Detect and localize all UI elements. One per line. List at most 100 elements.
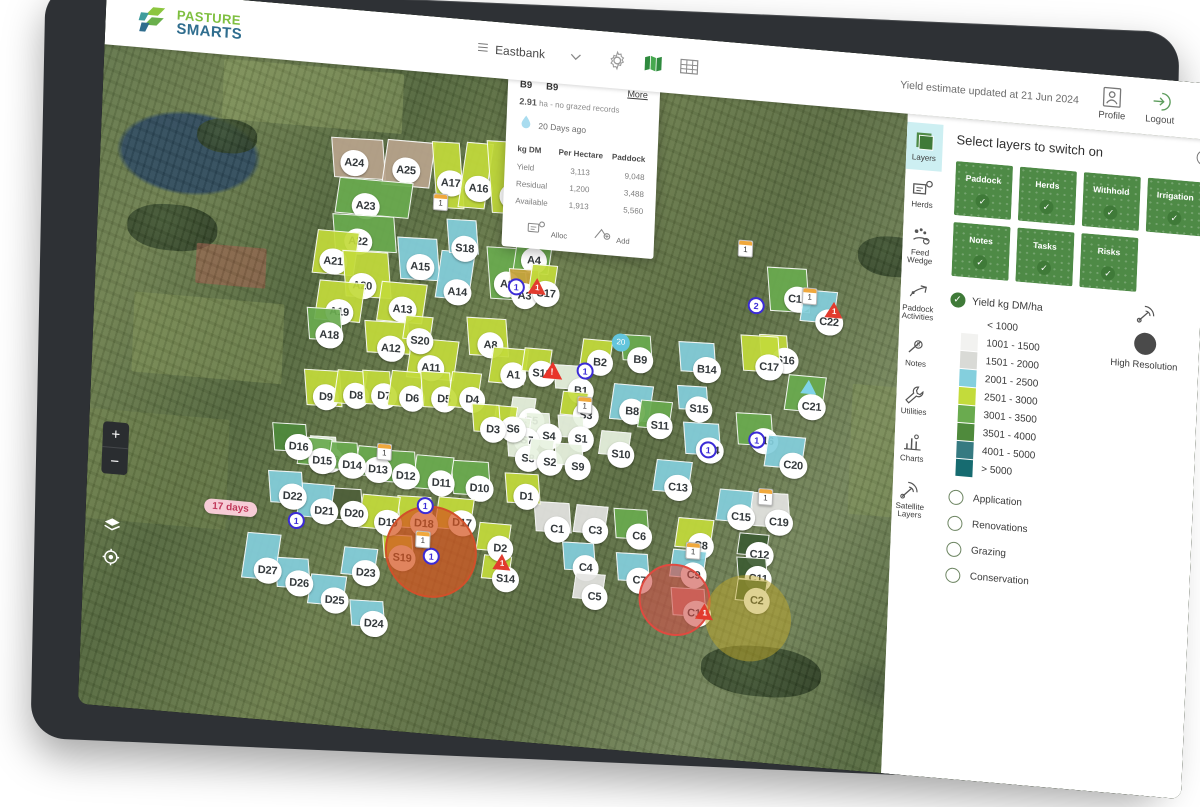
herds-icon (911, 177, 934, 201)
table-icon[interactable] (679, 55, 701, 78)
task-chip-s3[interactable]: 1 (576, 395, 593, 415)
activity-radio-group[interactable]: Application Renovations Grazing Conservatio… (939, 489, 1195, 604)
layer-tile-notes[interactable]: Notes ✓ (950, 221, 1011, 281)
zoom-in-button[interactable]: + (102, 421, 130, 450)
app-logo[interactable]: PASTURE SMARTS (135, 2, 243, 45)
paddock-label-s9[interactable]: S9 (564, 453, 592, 482)
legend-swatch (960, 332, 978, 352)
layer-tile-label: Risks (1097, 245, 1121, 258)
task-chip-c8[interactable]: 1 (685, 541, 701, 560)
radio-circle-icon[interactable] (946, 515, 963, 532)
layer-tile-irrigation[interactable]: Irrigation ✓ (1145, 177, 1200, 237)
days-ago-label: 20 Days ago (538, 120, 587, 135)
layer-tile-withhold[interactable]: Withhold ✓ (1081, 172, 1141, 231)
risk-marker-c22[interactable]: 1 (824, 301, 844, 319)
paddock-label-s15[interactable]: S15 (684, 395, 713, 424)
legend-swatch (955, 440, 974, 460)
sidebar-item-feed-wedge[interactable]: Feed Wedge (901, 216, 939, 275)
check-icon: ✓ (1167, 210, 1182, 226)
task-chip-s19[interactable]: 1 (415, 530, 431, 549)
add-button[interactable]: Add (592, 225, 631, 249)
info-card-actions[interactable]: Alloc Add (514, 218, 643, 250)
task-chip-c22[interactable]: 1 (801, 287, 818, 306)
layer-tile-tasks[interactable]: Tasks ✓ (1014, 227, 1075, 287)
logo-mark-icon (135, 2, 170, 39)
paddock-label-s10[interactable]: S10 (606, 440, 635, 470)
legend-label: < 1000 (986, 320, 1019, 334)
water-drop-icon (520, 114, 532, 134)
satellite-layers-icon (899, 478, 922, 502)
sidebar-item-label: Charts (899, 453, 924, 465)
paddock-area-note: ha - no grazed records (538, 98, 620, 115)
layer-tile-paddock[interactable]: Paddock ✓ (953, 160, 1013, 220)
tree-marker-c21 (800, 379, 817, 395)
sidebar-item-notes[interactable]: B Notes (897, 328, 934, 378)
radio-label: Grazing (970, 545, 1007, 560)
feed-wedge-icon (909, 224, 932, 248)
legend-label: 2501 - 3000 (983, 392, 1038, 408)
sidebar-item-label: Paddock Activities (901, 302, 934, 323)
notes-icon: B (905, 335, 928, 359)
risk-marker-a3[interactable]: 1 (527, 277, 547, 295)
radio-circle-icon[interactable] (944, 567, 961, 584)
radio-circle-icon[interactable] (947, 489, 964, 506)
risk-marker-s14[interactable]: 1 (492, 553, 512, 571)
zoom-controls[interactable]: + − (101, 421, 130, 476)
chevron-down-icon[interactable] (570, 47, 582, 66)
add-label: Add (616, 235, 630, 247)
legend-swatch (956, 422, 975, 442)
legend-label: 1001 - 1500 (986, 338, 1040, 354)
sidebar-item-label: Notes (904, 358, 927, 370)
farm-selector[interactable]: Eastbank (477, 39, 582, 66)
legend-swatch (959, 350, 977, 370)
task-chip-c19[interactable]: 1 (757, 487, 774, 507)
sidebar-item-satellite-layers[interactable]: Satellite Layers (891, 470, 929, 529)
legend-swatch (957, 404, 975, 424)
legend-label: 2001 - 2500 (984, 374, 1039, 390)
radio-circle-icon[interactable] (945, 541, 962, 558)
check-icon: ✓ (972, 254, 988, 270)
map-icon[interactable] (643, 52, 665, 75)
logout-button[interactable]: Logout (1145, 89, 1175, 126)
basemap-stack-icon[interactable] (99, 511, 126, 539)
paddock-label-b14[interactable]: B14 (692, 355, 722, 385)
allocate-button[interactable]: Alloc (526, 219, 568, 244)
gear-icon[interactable] (607, 49, 629, 72)
charts-icon (901, 430, 924, 454)
task-chip-a9[interactable]: 1 (737, 239, 754, 258)
panel-body: Select layers to switch on Paddock ✓ Herds… (917, 117, 1200, 799)
layer-tiles[interactable]: Paddock ✓ Herds ✓ Withhold ✓ Irrigation ✓ Notes ✓… (950, 160, 1200, 298)
layer-tile-herds[interactable]: Herds ✓ (1017, 166, 1077, 226)
svg-text:B: B (916, 343, 920, 349)
paddock-info-card[interactable]: B9 B9 More 2.91 ha - no grazed records 2… (501, 67, 661, 260)
utilities-icon (903, 383, 926, 407)
paddock-metrics-table: kg DM Per Hectare Paddock Yield 3,113 9,04… (515, 142, 646, 220)
sidebar-item-layers[interactable]: Layers (905, 121, 944, 173)
list-icon (477, 39, 489, 58)
sidebar-item-herds[interactable]: Herds (904, 169, 941, 219)
close-icon[interactable] (1195, 149, 1200, 172)
radio-label: Conservation (969, 571, 1029, 588)
allocate-icon (527, 221, 546, 233)
zoom-out-button[interactable]: − (101, 447, 128, 475)
metric-per-hectare: 1,913 (568, 200, 589, 212)
layer-tile-label: Herds (1035, 178, 1060, 192)
sidebar-item-charts[interactable]: Charts (893, 423, 930, 473)
risk-warning-marker[interactable] (542, 360, 563, 380)
sidebar-item-utilities[interactable]: Utilities (895, 375, 932, 425)
layer-tile-label: Tasks (1033, 239, 1057, 252)
sidebar-item-paddock-activities[interactable]: Paddock Activities (899, 272, 937, 331)
check-icon: ✓ (975, 193, 990, 210)
risk-marker-c10[interactable]: 1 (694, 602, 714, 621)
check-icon: ✓ (1039, 199, 1054, 215)
locate-icon[interactable] (97, 543, 124, 571)
last-rain-row: 20 Days ago (520, 114, 647, 144)
task-chip-s13[interactable]: 1 (376, 442, 393, 462)
layers-icon (913, 129, 936, 153)
task-chip-a17[interactable]: 1 (432, 192, 449, 212)
profile-button[interactable]: Profile (1098, 85, 1126, 122)
logout-label: Logout (1145, 112, 1175, 127)
layers-panel[interactable]: Layers Herds Feed Wedge Paddock Activities B… (881, 113, 1200, 800)
layer-tile-risks[interactable]: Risks ✓ (1078, 233, 1139, 292)
header-tool-icons[interactable] (607, 49, 701, 78)
